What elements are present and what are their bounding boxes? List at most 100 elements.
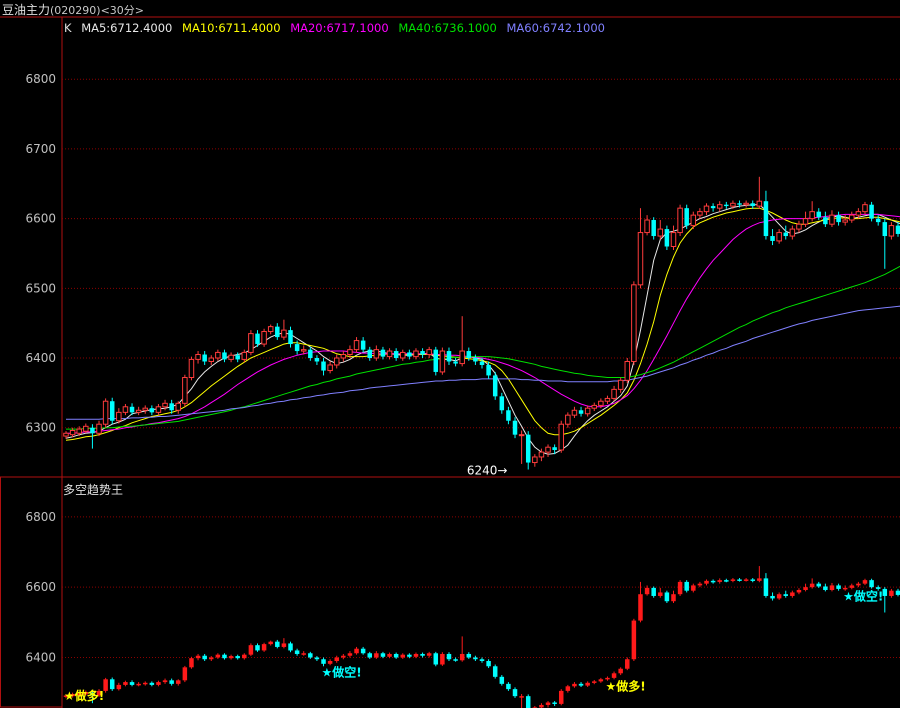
candlestick-chart[interactable]: 6300 6400 6500 6600 6700 6800 6400 6600 6800 6240… — [0, 0, 900, 708]
candle-body-up — [776, 232, 782, 242]
indicator-candle-body — [691, 585, 696, 591]
candle-body-down — [109, 401, 115, 421]
candle-body-up — [677, 207, 683, 234]
candle-body-up — [162, 402, 168, 408]
indicator-candle-body — [545, 702, 551, 705]
candle-body-up — [657, 228, 664, 237]
candle-body-down — [169, 403, 174, 411]
indicator-candle-body — [242, 654, 247, 659]
candle-body-up — [195, 354, 201, 360]
candle-body-up — [347, 349, 353, 356]
indicator-candle-body — [446, 653, 452, 660]
indicator-candle-body — [618, 668, 623, 674]
indicator-candle-body — [393, 653, 399, 658]
indicator-candle-body — [724, 580, 729, 582]
candle-body-up — [63, 432, 69, 437]
candle-body-up — [855, 211, 862, 216]
candle-body-up — [743, 202, 749, 206]
candle-body-down — [308, 349, 313, 359]
indicator-y-tick-label: 6400 — [25, 650, 56, 664]
main-y-tick-label: 6400 — [25, 351, 56, 365]
candle-body-down — [895, 225, 900, 234]
candle-body-up — [624, 360, 631, 381]
indicator-candle-body — [644, 587, 650, 595]
candle-body-up — [644, 219, 650, 234]
indicator-candle-body — [578, 683, 584, 686]
candle-body-up — [617, 379, 624, 390]
indicator-candle-body — [558, 690, 564, 704]
indicator-candle-body — [743, 579, 749, 581]
indicator-candle-body — [671, 594, 676, 602]
candle-body-up — [426, 349, 432, 356]
indicator-candle-body — [823, 586, 828, 590]
indicator-candle-body — [275, 641, 280, 647]
indicator-candle-body — [539, 704, 544, 708]
candle-body-up — [182, 377, 188, 404]
candle-body-up — [400, 351, 406, 359]
candle-body-up — [69, 429, 76, 436]
candle-body-up — [690, 214, 697, 227]
indicator-candle-body — [195, 655, 201, 659]
indicator-candle-body — [592, 681, 597, 683]
candle-body-up — [340, 354, 347, 359]
candle-body-down — [446, 351, 452, 362]
indicator-candle-body — [862, 580, 868, 584]
indicator-candle-body — [327, 661, 333, 664]
indicator-candle-body — [809, 583, 815, 588]
candle-body-down — [783, 232, 788, 237]
candle-body-up — [538, 451, 545, 458]
candle-body-up — [716, 204, 723, 209]
candle-body-down — [294, 344, 300, 352]
indicator-candle-body — [625, 659, 630, 669]
candle-body-up — [584, 407, 591, 415]
candle-body-up — [789, 228, 796, 237]
indicator-candle-body — [499, 676, 505, 684]
indicator-candle-body — [202, 655, 207, 660]
indicator-candle-body — [169, 680, 174, 684]
candle-body-down — [275, 326, 280, 338]
candle-body-up — [386, 350, 393, 358]
indicator-candle-body — [803, 587, 808, 590]
indicator-candle-body — [261, 644, 267, 651]
candle-body-up — [703, 205, 710, 213]
indicator-candle-body — [710, 580, 716, 583]
candle-body-down — [770, 236, 775, 241]
candle-body-up — [631, 284, 637, 362]
candle-body-up — [888, 225, 895, 237]
candle-body-up — [604, 397, 611, 402]
indicator-candle-body — [479, 659, 485, 661]
indicator-candle-body — [677, 581, 683, 595]
candle-body-down — [367, 349, 372, 359]
ma-line-ma10 — [65, 207, 900, 441]
indicator-candle-body — [611, 673, 617, 678]
indicator-candle-body — [367, 653, 372, 658]
candle-body-down — [882, 222, 888, 237]
main-y-tick-label: 6600 — [25, 212, 56, 226]
candle-body-up — [215, 351, 221, 359]
candle-body-up — [459, 350, 465, 365]
indicator-candle-body — [704, 580, 709, 584]
indicator-candle-body — [314, 657, 320, 660]
candle-body-up — [188, 358, 195, 379]
candle-body-up — [155, 406, 162, 413]
candle-body-up — [862, 204, 868, 213]
indicator-candle-body — [598, 679, 604, 682]
indicator-candle-body — [440, 653, 445, 665]
candle-body-down — [724, 204, 729, 207]
candle-body-up — [598, 400, 604, 406]
candle-body-up — [439, 350, 446, 373]
candle-body-up — [353, 340, 360, 351]
indicator-candle-body — [849, 585, 855, 588]
indicator-candle-body — [631, 620, 637, 660]
indicator-candle-body — [215, 654, 221, 658]
candle-body-down — [202, 354, 207, 362]
indicator-candle-body — [142, 682, 148, 685]
main-y-tick-label: 6700 — [25, 142, 56, 156]
candle-body-up — [116, 411, 122, 422]
candle-body-down — [750, 203, 755, 207]
indicator-candle-body — [836, 585, 841, 589]
indicator-candle-body — [816, 583, 822, 587]
signal-label: ★做空! — [322, 664, 362, 679]
indicator-candle-body — [519, 696, 524, 698]
indicator-candle-body — [473, 657, 478, 660]
